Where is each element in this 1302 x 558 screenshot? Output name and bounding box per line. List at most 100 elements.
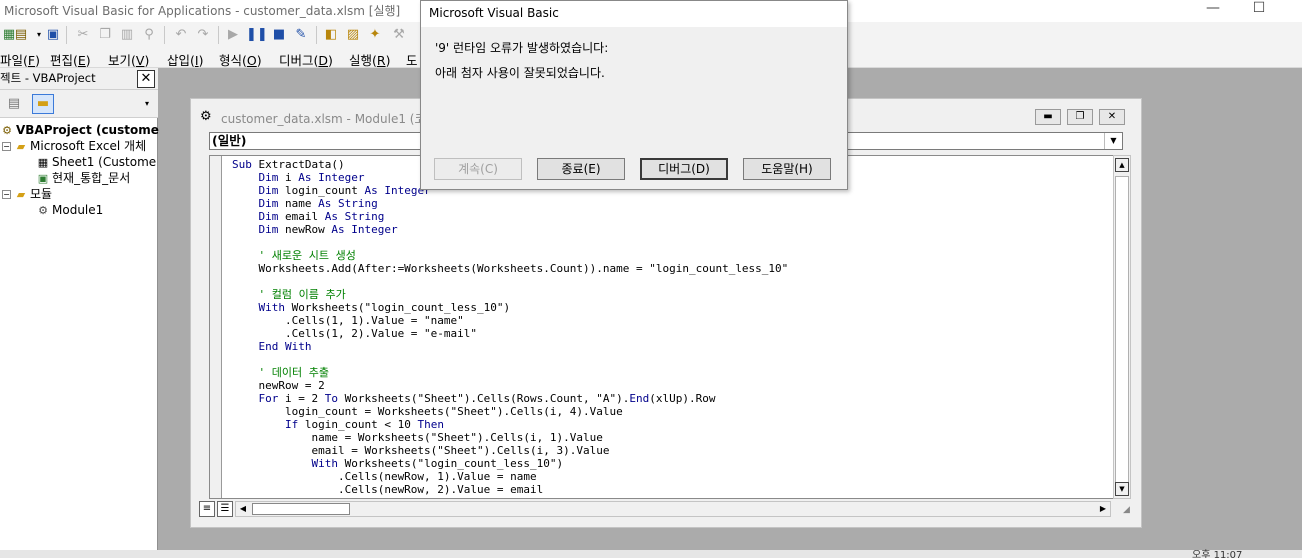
object-browser-icon[interactable]: ✦ — [366, 26, 384, 44]
code-line[interactable]: ' 데이터 추출 — [232, 366, 788, 379]
tree-node-sheet1[interactable]: ▦ Sheet1 (Custome — [36, 154, 156, 170]
code-line[interactable]: .Cells(newRow, 1).Value = name — [232, 470, 788, 483]
workbook-icon: ▣ — [37, 172, 49, 185]
help-button[interactable]: 도움말(H) — [743, 158, 831, 180]
module-icon: ⚙ — [38, 204, 48, 217]
menu-file[interactable]: 파일(F) — [0, 50, 40, 69]
project-explorer: 젝트 - VBAProject ✕ ▤ ▬ ▾ ⚙ VBAProject (cus… — [0, 68, 159, 550]
folder-icon: ▰ — [16, 188, 26, 201]
dialog-title: Microsoft Visual Basic — [429, 6, 559, 20]
minimize-button[interactable]: — — [1190, 0, 1236, 22]
dialog-titlebar: Microsoft Visual Basic — [421, 1, 847, 27]
taskbar: 오후 11:07 — [0, 550, 1302, 558]
error-message: '9' 런타임 오류가 발생하였습니다: — [435, 41, 609, 55]
reset-icon[interactable]: ■ — [270, 26, 288, 44]
code-line[interactable]: If login_count < 10 Then — [232, 418, 788, 431]
scroll-left-icon[interactable]: ◀ — [236, 502, 250, 516]
code-line[interactable]: newRow = 2 — [232, 379, 788, 392]
code-restore-button[interactable]: ❐ — [1067, 109, 1093, 125]
collapse-icon[interactable]: − — [2, 142, 11, 151]
code-line[interactable]: ' 컬럼 이름 추가 — [232, 288, 788, 301]
code-line[interactable]: Dim name As String — [232, 197, 788, 210]
project-explorer-header: 젝트 - VBAProject ✕ — [0, 68, 158, 90]
code-line[interactable] — [232, 275, 788, 288]
panel-scroll-arrow-icon[interactable]: ▾ — [140, 94, 154, 114]
code-line[interactable]: .Cells(1, 1).Value = "name" — [232, 314, 788, 327]
procedure-view-icon[interactable]: ≡ — [199, 501, 215, 517]
tree-node-excel-objects[interactable]: − ▰ Microsoft Excel 개체 — [2, 138, 146, 154]
code-minimize-button[interactable]: ▬ — [1035, 109, 1061, 125]
tree-node-module1[interactable]: ⚙ Module1 — [36, 202, 103, 218]
break-icon[interactable]: ❚❚ — [246, 26, 268, 44]
code-line[interactable]: With Worksheets("login_count_less_10") — [232, 301, 788, 314]
redo-icon[interactable]: ↷ — [194, 26, 212, 44]
code-line[interactable]: Dim newRow As Integer — [232, 223, 788, 236]
code-line[interactable]: ' 새로운 시트 생성 — [232, 249, 788, 262]
project-explorer-icon[interactable]: ◧ — [322, 26, 340, 44]
code-line[interactable]: name = Worksheets("Sheet").Cells(i, 1).V… — [232, 431, 788, 444]
taskbar-clock: 오후 11:07 — [1192, 550, 1243, 558]
cut-icon[interactable]: ✂ — [74, 26, 92, 44]
view-code-icon[interactable]: ▤ — [3, 94, 25, 114]
tree-node-workbook[interactable]: ▣ 현재_통합_문서 — [36, 170, 130, 186]
window-title: Microsoft Visual Basic for Applications … — [4, 4, 401, 18]
chevron-down-icon[interactable]: ▼ — [1104, 133, 1122, 149]
folder-icon: ▰ — [16, 140, 26, 153]
find-icon[interactable]: ⚲ — [140, 26, 158, 44]
menu-format[interactable]: 형식(O) — [219, 50, 262, 69]
code-line[interactable]: .Cells(1, 2).Value = "e-mail" — [232, 327, 788, 340]
debug-button[interactable]: 디버그(D) — [640, 158, 728, 180]
tree-node-vbaproject[interactable]: ⚙ VBAProject (custome — [0, 122, 159, 138]
collapse-icon[interactable]: − — [2, 190, 11, 199]
toolbar-separator — [316, 26, 317, 44]
continue-button[interactable]: 계속(C) — [434, 158, 522, 180]
paste-icon[interactable]: ▥ — [118, 26, 136, 44]
code-line[interactable]: For i = 2 To Worksheets("Sheet").Cells(R… — [232, 392, 788, 405]
menu-insert[interactable]: 삽입(I) — [167, 50, 203, 69]
copy-icon[interactable]: ❐ — [96, 26, 114, 44]
design-mode-icon[interactable]: ✎ — [292, 26, 310, 44]
tree-node-modules[interactable]: − ▰ 모듈 — [2, 186, 52, 202]
save-icon[interactable]: ▣ — [44, 26, 62, 44]
vertical-scroll-thumb[interactable] — [1115, 176, 1129, 488]
menu-run[interactable]: 실행(R) — [349, 50, 390, 69]
project-icon: ⚙ — [2, 124, 12, 137]
code-line[interactable]: End With — [232, 340, 788, 353]
scroll-right-icon[interactable]: ▶ — [1096, 502, 1110, 516]
menu-edit[interactable]: 편집(E) — [50, 50, 91, 69]
menu-debug[interactable]: 디버그(D) — [279, 50, 333, 69]
resize-grip-icon[interactable]: ◢ — [1123, 505, 1135, 517]
end-button[interactable]: 종료(E) — [537, 158, 625, 180]
code-module-icon: ⚙ — [200, 109, 212, 124]
toggle-folders-icon[interactable]: ▬ — [32, 94, 54, 114]
code-line[interactable]: With Worksheets("login_count_less_10") — [232, 457, 788, 470]
code-line[interactable]: Dim email As String — [232, 210, 788, 223]
code-close-button[interactable]: ✕ — [1099, 109, 1125, 125]
project-explorer-title: 젝트 - VBAProject — [0, 71, 96, 85]
scroll-down-icon[interactable]: ▼ — [1115, 482, 1129, 496]
code-line[interactable]: Worksheets.Add(After:=Worksheets(Workshe… — [232, 262, 788, 275]
maximize-button[interactable]: ☐ — [1236, 0, 1282, 22]
margin-indicator-bar[interactable] — [210, 156, 222, 498]
full-module-view-icon[interactable]: ☰ — [217, 501, 233, 517]
code-line[interactable]: login_count = Worksheets("Sheet").Cells(… — [232, 405, 788, 418]
error-description: 아래 첨자 사용이 잘못되었습니다. — [435, 66, 605, 80]
insert-module-icon[interactable]: ▤ — [12, 26, 30, 44]
toolbar-separator — [66, 26, 67, 44]
code-editor[interactable]: Sub ExtractData() Dim i As Integer Dim l… — [209, 155, 1121, 499]
code-line[interactable]: .Cells(newRow, 2).Value = email — [232, 483, 788, 496]
horizontal-scrollbar[interactable]: ◀ ▶ — [235, 501, 1111, 517]
project-close-button[interactable]: ✕ — [137, 70, 155, 88]
code-line[interactable] — [232, 236, 788, 249]
code-line[interactable]: email = Worksheets("Sheet").Cells(i, 3).… — [232, 444, 788, 457]
horizontal-scroll-thumb[interactable] — [252, 503, 350, 515]
code-line[interactable] — [232, 353, 788, 366]
undo-icon[interactable]: ↶ — [172, 26, 190, 44]
properties-icon[interactable]: ▨ — [344, 26, 362, 44]
menu-view[interactable]: 보기(V) — [108, 50, 149, 69]
run-icon[interactable]: ▶ — [224, 26, 242, 44]
toolbox-icon[interactable]: ⚒ — [390, 26, 408, 44]
vertical-scrollbar[interactable]: ▲ ▼ — [1113, 155, 1131, 499]
menu-tools[interactable]: 도 — [406, 50, 418, 69]
scroll-up-icon[interactable]: ▲ — [1115, 158, 1129, 172]
